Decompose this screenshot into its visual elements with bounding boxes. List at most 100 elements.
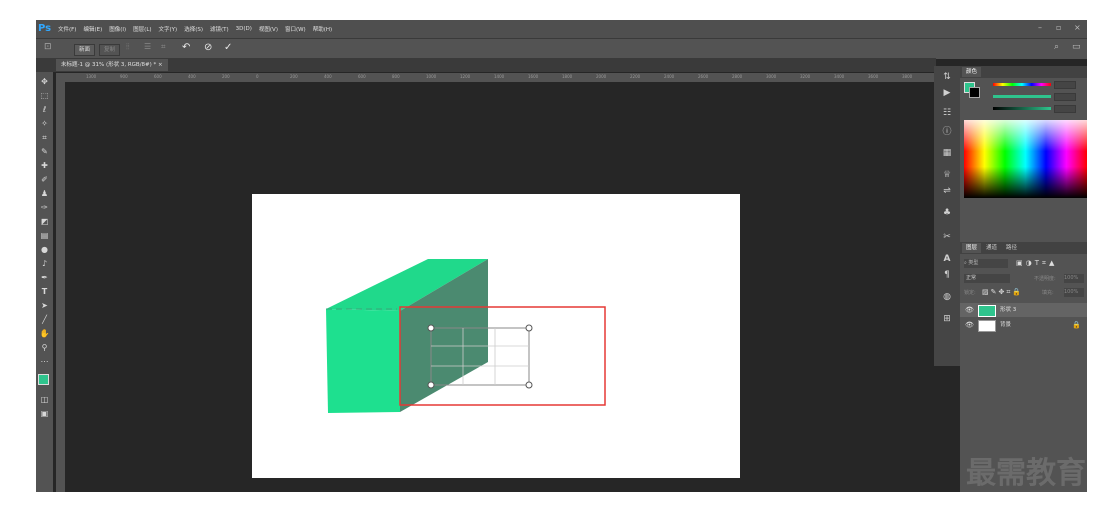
align-icon[interactable]: ⦙⦙ xyxy=(126,42,130,52)
hand-tool-icon[interactable]: ✋ xyxy=(38,328,51,340)
document-canvas[interactable] xyxy=(252,194,740,478)
crop-tool-icon[interactable]: ⌗ xyxy=(38,132,51,144)
brushes-panel-icon[interactable]: ♕ xyxy=(940,170,954,180)
zoom-tool-icon[interactable]: ⚲ xyxy=(38,342,51,354)
menu-help[interactable]: 帮助(H) xyxy=(313,25,332,33)
path-selection-tool-icon[interactable]: ➤ xyxy=(38,300,51,312)
saturation-value[interactable] xyxy=(1054,93,1076,101)
foreground-color-swatch[interactable] xyxy=(38,374,49,385)
magic-wand-tool-icon[interactable]: ✧ xyxy=(38,118,51,130)
saturation-slider[interactable] xyxy=(993,95,1051,98)
dodge-tool-icon[interactable]: ♪ xyxy=(38,258,51,270)
type-tool-icon[interactable]: T xyxy=(38,286,51,298)
brush-tool-icon[interactable]: ✐ xyxy=(38,174,51,186)
hue-value[interactable] xyxy=(1054,81,1076,89)
menu-image[interactable]: 图像(I) xyxy=(109,25,126,33)
color-spectrum[interactable] xyxy=(964,120,1087,198)
menu-type[interactable]: 文字(Y) xyxy=(159,25,178,33)
menu-3d[interactable]: 3D(D) xyxy=(236,26,252,32)
properties-panel-icon[interactable]: ⇌ xyxy=(940,186,954,196)
ruler-label: 1000 xyxy=(426,74,437,79)
horizontal-ruler[interactable]: 1300 900 600 400 200 0 200 400 600 800 1… xyxy=(56,73,936,82)
blend-mode-select[interactable]: 正常 xyxy=(964,274,1010,283)
menu-select[interactable]: 选择(S) xyxy=(184,25,203,33)
ruler-label: 3400 xyxy=(834,74,845,79)
brightness-value[interactable] xyxy=(1054,105,1076,113)
blur-tool-icon[interactable]: ● xyxy=(38,244,51,256)
layer-row[interactable]: 👁 形状 3 xyxy=(960,303,1087,317)
tool-presets-panel-icon[interactable]: ✂ xyxy=(940,232,954,242)
brightness-slider[interactable] xyxy=(993,107,1051,110)
lock-icons[interactable]: ▨✎✥⌗🔒 xyxy=(982,288,1023,297)
warp-grid-icon[interactable]: ⌗ xyxy=(161,42,166,52)
timeline-panel-icon[interactable]: ⊞ xyxy=(940,314,954,324)
quick-mask-icon[interactable]: ◫ xyxy=(38,394,51,406)
minimize-icon[interactable]: – xyxy=(1038,23,1042,32)
opacity-field[interactable]: 100% xyxy=(1064,274,1084,283)
watermark-text: 最需教育 xyxy=(966,456,1086,491)
new-button[interactable]: 新面 xyxy=(74,44,96,56)
adjustments-panel-icon[interactable]: ☷ xyxy=(940,108,954,118)
workspace-icon[interactable]: ▭ xyxy=(1072,42,1081,52)
move-tool-icon[interactable]: ✥ xyxy=(38,76,51,88)
layer-filter-icons[interactable]: ▣◑T⌗▲ xyxy=(1016,259,1057,268)
history-panel-icon[interactable]: ⇅ xyxy=(940,72,954,82)
layer-name[interactable]: 形状 3 xyxy=(1000,303,1016,317)
menu-filter[interactable]: 滤镜(T) xyxy=(210,25,229,33)
search-icon[interactable]: ⌕ xyxy=(1054,42,1059,52)
pen-tool-icon[interactable]: ✒ xyxy=(38,272,51,284)
canvas-artwork xyxy=(326,259,606,413)
ruler-label: 2600 xyxy=(698,74,709,79)
vertical-ruler[interactable] xyxy=(56,82,65,492)
ruler-label: 400 xyxy=(188,74,196,79)
tab-color[interactable]: 颜色 xyxy=(962,67,982,77)
tab-channels[interactable]: 通道 xyxy=(982,243,1001,253)
clone-stamp-tool-icon[interactable]: ♟ xyxy=(38,188,51,200)
cancel-transform-icon[interactable]: ⊘ xyxy=(204,42,212,53)
visibility-eye-icon[interactable]: 👁 xyxy=(965,318,974,332)
document-tab[interactable]: 未标题-1 @ 31% (形状 3, RGB/8#) * × xyxy=(56,59,168,71)
layer-row[interactable]: 👁 背景 🔒 xyxy=(960,318,1087,332)
character-panel-icon[interactable]: A xyxy=(940,254,954,264)
healing-brush-tool-icon[interactable]: ✚ xyxy=(38,160,51,172)
history-brush-tool-icon[interactable]: ✑ xyxy=(38,202,51,214)
commit-transform-icon[interactable]: ✓ xyxy=(224,42,232,53)
layer-kind-filter[interactable]: ⌕ 类型 xyxy=(964,259,1008,268)
ruler-label: 600 xyxy=(358,74,366,79)
menu-file[interactable]: 文件(F) xyxy=(58,25,76,33)
clone-source-panel-icon[interactable]: ♣ xyxy=(940,208,954,218)
menu-view[interactable]: 视图(V) xyxy=(259,25,278,33)
swatches-panel-icon[interactable]: ▦ xyxy=(940,148,954,158)
gradient-tool-icon[interactable]: ▤ xyxy=(38,230,51,242)
menu-layer[interactable]: 图层(L) xyxy=(133,25,151,33)
paragraph-panel-icon[interactable]: ¶ xyxy=(940,270,954,280)
close-icon[interactable]: × xyxy=(1074,23,1081,32)
eyedropper-tool-icon[interactable]: ✎ xyxy=(38,146,51,158)
maximize-icon[interactable]: ▫ xyxy=(1056,23,1061,32)
grid-icon[interactable]: ☰ xyxy=(144,42,151,51)
line-tool-icon[interactable]: ╱ xyxy=(38,314,51,326)
copy-button[interactable]: 复制 xyxy=(99,44,121,56)
menu-window[interactable]: 窗口(W) xyxy=(285,25,306,33)
layer-name[interactable]: 背景 xyxy=(1000,318,1011,332)
hue-slider[interactable] xyxy=(993,83,1051,86)
menu-edit[interactable]: 编辑(E) xyxy=(83,25,102,33)
ruler-label: 400 xyxy=(324,74,332,79)
reset-warp-icon[interactable]: ↶ xyxy=(182,42,190,53)
tab-paths[interactable]: 路径 xyxy=(1002,243,1021,253)
fill-field[interactable]: 100% xyxy=(1064,288,1084,297)
eraser-tool-icon[interactable]: ◩ xyxy=(38,216,51,228)
actions-panel-icon[interactable]: ▶ xyxy=(940,88,954,98)
more-tools-icon[interactable]: ⋯ xyxy=(38,356,51,368)
document-tab-bar: 未标题-1 @ 31% (形状 3, RGB/8#) * × xyxy=(36,58,936,72)
marquee-tool-icon[interactable]: ⬚ xyxy=(38,90,51,102)
tab-layers[interactable]: 图层 xyxy=(962,243,982,253)
panel-background-swatch[interactable] xyxy=(969,87,980,98)
visibility-eye-icon[interactable]: 👁 xyxy=(965,303,974,317)
3d-panel-icon[interactable]: ◍ xyxy=(940,292,954,302)
screen-mode-icon[interactable]: ▣ xyxy=(38,408,51,420)
info-panel-icon[interactable]: ⓘ xyxy=(940,124,954,137)
ruler-label: 2000 xyxy=(596,74,607,79)
opacity-label: 不透明度: xyxy=(1034,276,1056,282)
lasso-tool-icon[interactable]: ℓ xyxy=(38,104,51,116)
